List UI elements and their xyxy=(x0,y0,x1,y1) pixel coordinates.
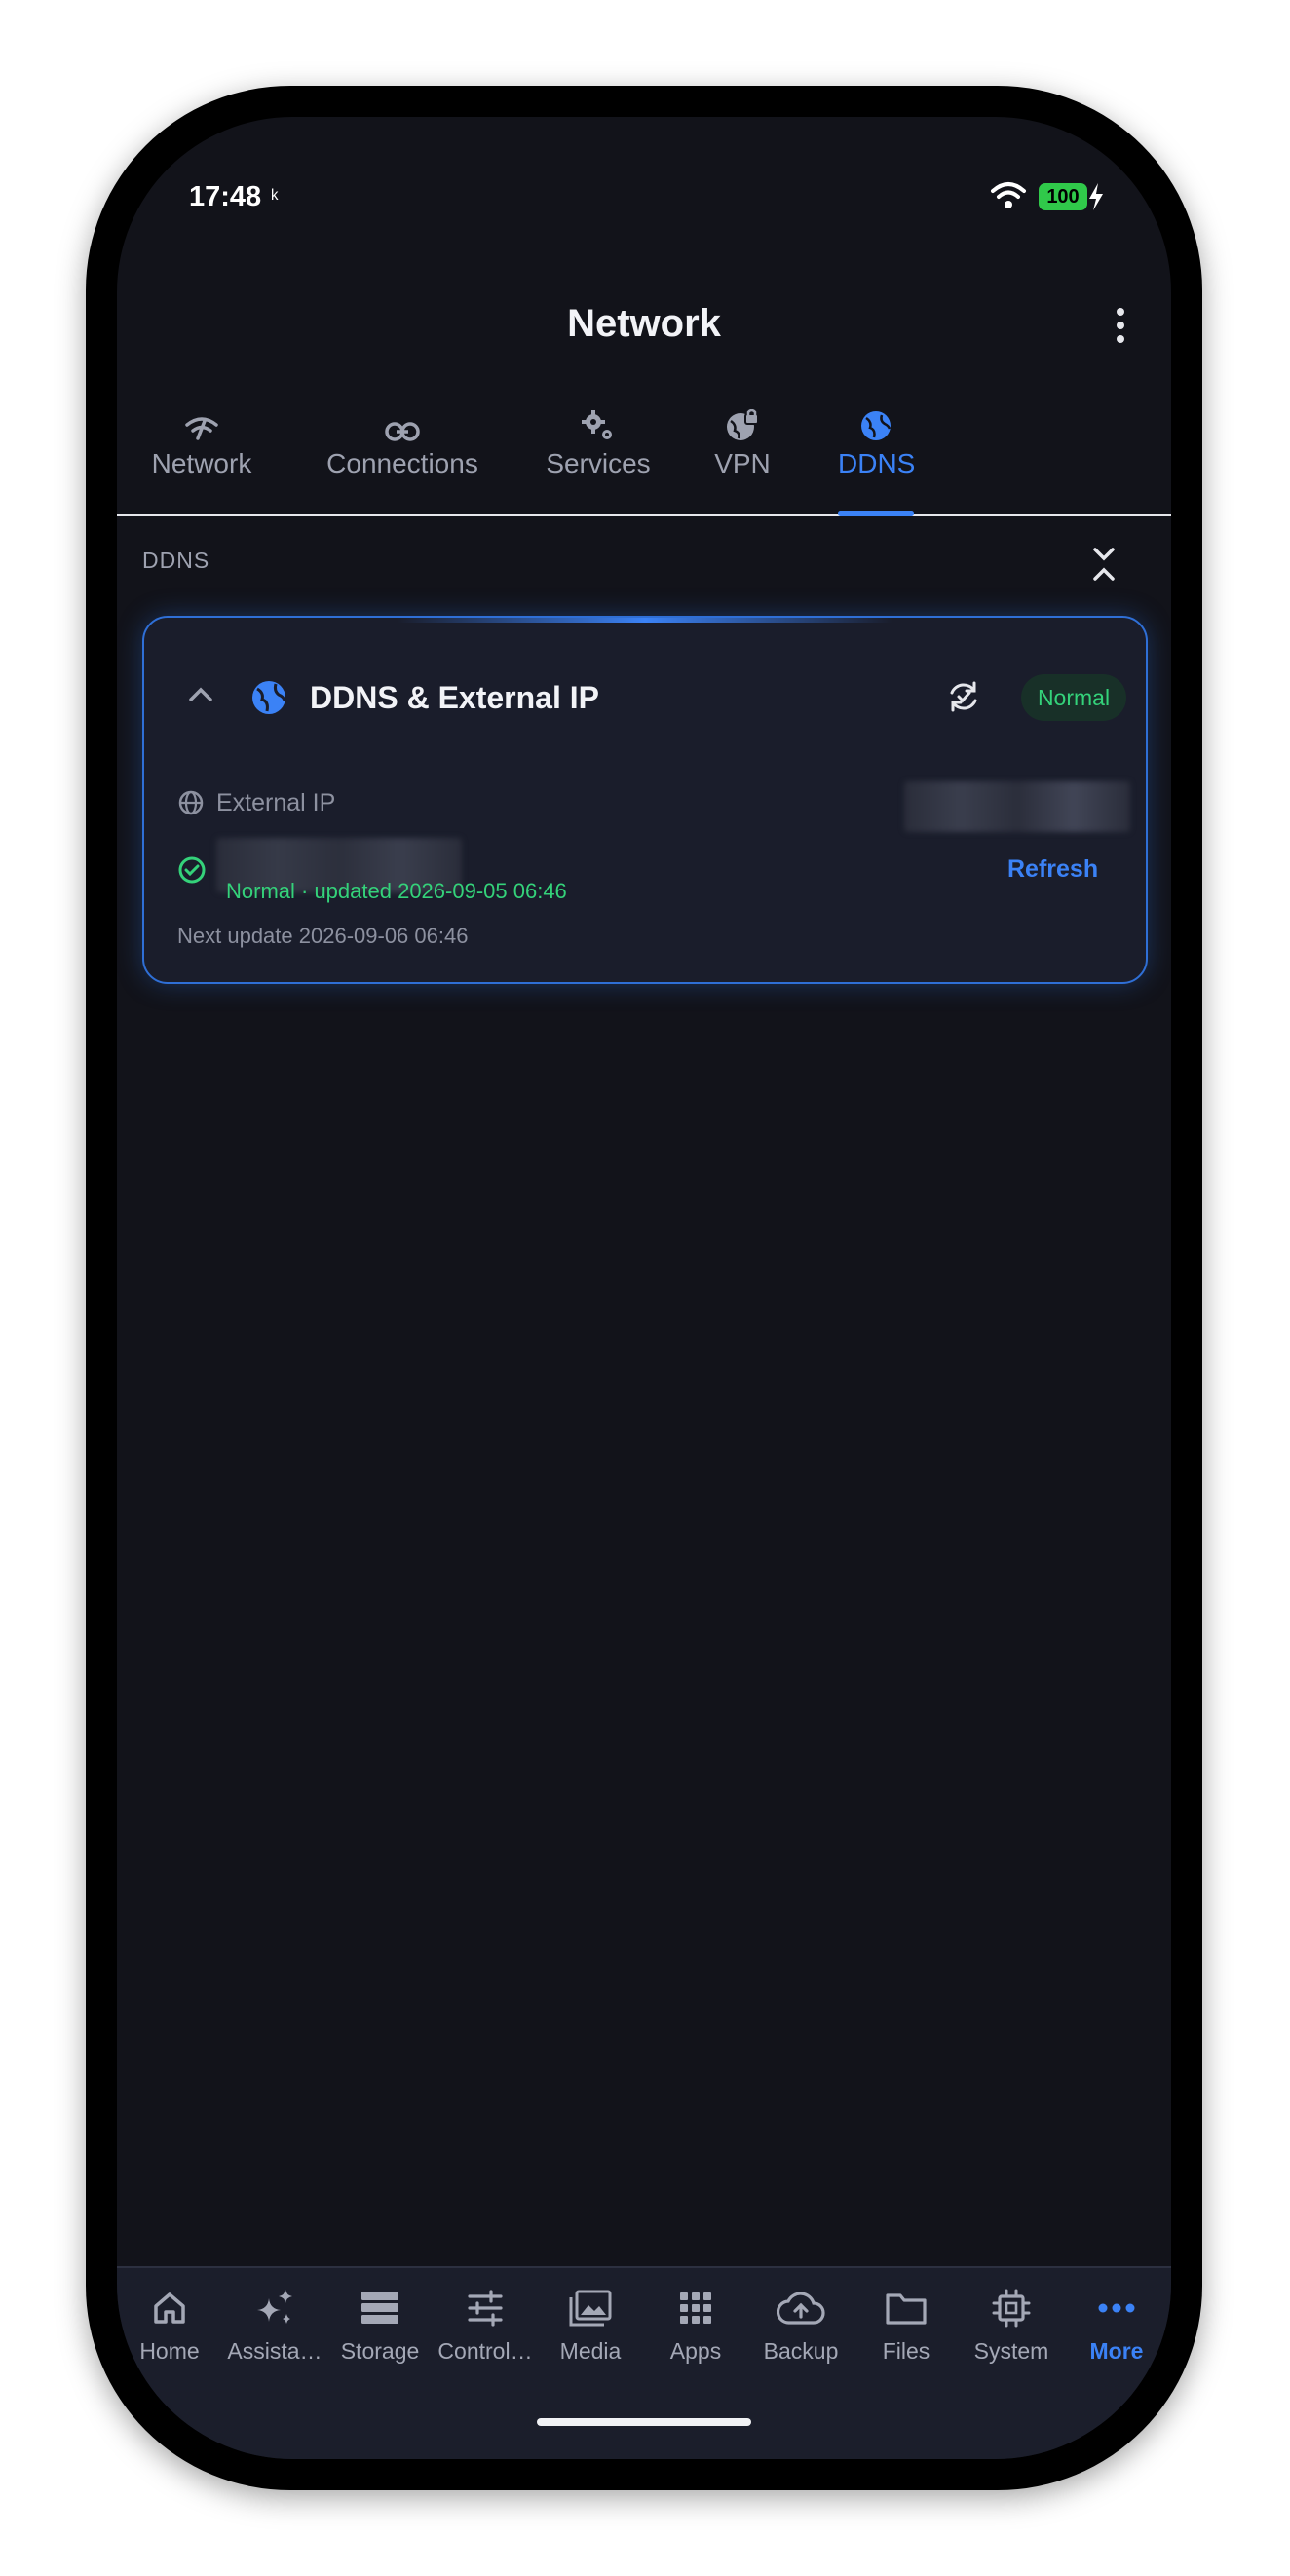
media-icon xyxy=(539,2284,642,2332)
tab-services[interactable]: Services xyxy=(543,399,654,514)
nav-apps[interactable]: Apps xyxy=(644,2284,747,2365)
check-circle-icon xyxy=(177,855,207,890)
nav-media[interactable]: Media xyxy=(539,2284,642,2365)
storage-icon xyxy=(328,2284,432,2332)
nav-label: More xyxy=(1089,2338,1144,2364)
nav-label: Control… xyxy=(437,2338,533,2364)
refresh-button[interactable]: Refresh xyxy=(1007,855,1098,884)
network-tabs: Network Connections Services VPN DDNS xyxy=(117,399,1171,516)
ddns-status-text: Normal · updated 2026-09-05 06:46 xyxy=(226,879,567,903)
globe-outline-icon xyxy=(177,789,205,821)
chip-icon xyxy=(960,2284,1063,2332)
phone-frame: 17:48 ᵏ 100 Network Network Connections … xyxy=(86,86,1202,2490)
collapse-all-icon[interactable] xyxy=(1089,544,1119,585)
nav-home[interactable]: Home xyxy=(118,2284,221,2365)
globe-icon xyxy=(838,399,914,442)
nav-label: Apps xyxy=(669,2338,722,2364)
tab-vpn[interactable]: VPN xyxy=(713,399,772,514)
card-title: DDNS & External IP xyxy=(310,680,599,715)
nav-label: System xyxy=(973,2338,1049,2364)
chevron-up-icon[interactable] xyxy=(187,684,214,708)
tab-label: Services xyxy=(546,448,651,478)
tab-label: Connections xyxy=(326,448,478,478)
globe-lock-icon xyxy=(713,399,772,442)
nav-label: Storage xyxy=(340,2338,420,2364)
nav-label: Backup xyxy=(763,2338,839,2364)
sync-icon[interactable] xyxy=(945,678,982,720)
tab-label: DDNS xyxy=(838,448,916,478)
app-screen: 17:48 ᵏ 100 Network Network Connections … xyxy=(117,117,1171,2459)
folder-icon xyxy=(854,2284,958,2332)
page-title: Network xyxy=(567,302,721,345)
nav-control[interactable]: Control… xyxy=(434,2284,537,2365)
tab-connections[interactable]: Connections xyxy=(320,399,485,514)
home-icon xyxy=(118,2284,221,2332)
external-ip-value-redacted xyxy=(904,781,1130,832)
card-highlight xyxy=(398,618,892,623)
section-label: DDNS xyxy=(142,548,210,573)
status-indicator: ᵏ xyxy=(271,185,279,209)
more-options-icon[interactable] xyxy=(1111,308,1130,347)
status-time: 17:48 xyxy=(189,181,262,212)
battery-indicator: 100 xyxy=(1039,183,1087,210)
tab-label: VPN xyxy=(714,448,771,478)
nav-label: Media xyxy=(559,2338,622,2364)
next-update-text: Next update 2026-09-06 06:46 xyxy=(177,924,469,948)
wifi-status-icon xyxy=(989,181,1028,215)
tab-label: Network xyxy=(151,448,252,478)
nav-label: Assista… xyxy=(227,2338,322,2364)
apps-grid-icon xyxy=(644,2284,747,2332)
globe-icon xyxy=(249,678,288,722)
nav-more[interactable]: More xyxy=(1065,2284,1168,2365)
nav-assistant[interactable]: Assista… xyxy=(223,2284,326,2365)
sparkles-icon xyxy=(223,2284,326,2332)
charging-bolt-icon xyxy=(1087,183,1105,215)
wifi-signal-icon xyxy=(150,399,253,442)
cloud-upload-icon xyxy=(749,2284,853,2332)
tab-network[interactable]: Network xyxy=(150,399,253,514)
nav-backup[interactable]: Backup xyxy=(749,2284,853,2365)
gears-icon xyxy=(543,399,654,442)
nav-files[interactable]: Files xyxy=(854,2284,958,2365)
nav-storage[interactable]: Storage xyxy=(328,2284,432,2365)
home-indicator[interactable] xyxy=(537,2418,751,2426)
tab-ddns[interactable]: DDNS xyxy=(838,399,916,516)
sliders-icon xyxy=(434,2284,537,2332)
bottom-navigation: Home Assista… Storage Control… Media App… xyxy=(117,2266,1171,2459)
active-tab-indicator xyxy=(838,511,914,516)
nav-label: Files xyxy=(882,2338,930,2364)
link-icon xyxy=(320,399,485,442)
nav-system[interactable]: System xyxy=(960,2284,1063,2365)
status-badge: Normal xyxy=(1021,674,1126,721)
external-ip-label: External IP xyxy=(216,789,336,816)
nav-label: Home xyxy=(139,2338,200,2364)
ddns-card: DDNS & External IP Normal External IP No… xyxy=(142,616,1148,984)
status-bar: 17:48 ᵏ 100 xyxy=(117,117,1171,253)
more-dots-icon xyxy=(1065,2284,1168,2332)
